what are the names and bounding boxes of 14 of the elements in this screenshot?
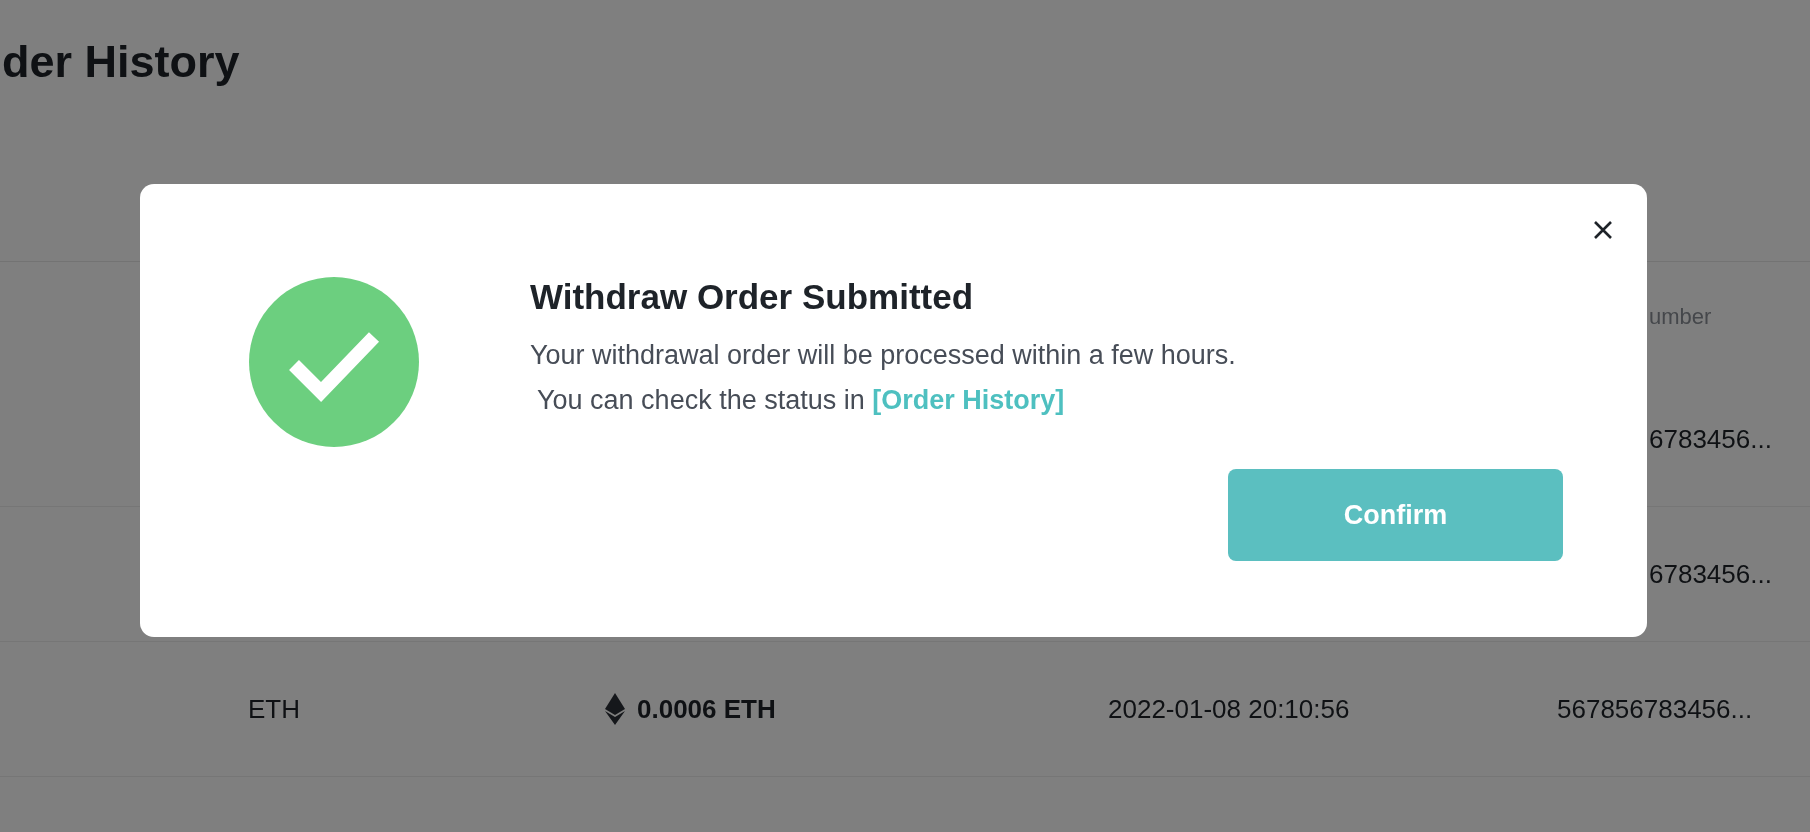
confirm-button[interactable]: Confirm bbox=[1228, 469, 1563, 561]
ethereum-icon bbox=[605, 693, 625, 725]
dialog-message: Your withdrawal order will be processed within a few hours. You can check the status in [Order History] bbox=[530, 339, 1237, 417]
page-title: der History bbox=[2, 36, 241, 88]
order-history-link[interactable]: [Order History] bbox=[872, 385, 1065, 415]
asset-cell: ETH bbox=[248, 693, 300, 724]
dialog-title: Withdraw Order Submitted bbox=[530, 277, 975, 317]
number-cell: 567856783456... bbox=[1557, 693, 1753, 724]
column-header: umber bbox=[1649, 304, 1712, 329]
number-cell: 6783456... bbox=[1649, 558, 1772, 589]
check-circle-icon bbox=[249, 277, 419, 447]
amount-cell: 0.0006 ETH bbox=[637, 693, 776, 725]
number-cell: 6783456... bbox=[1649, 423, 1772, 454]
time-cell: 2022-01-08 20:10:56 bbox=[1108, 693, 1350, 724]
